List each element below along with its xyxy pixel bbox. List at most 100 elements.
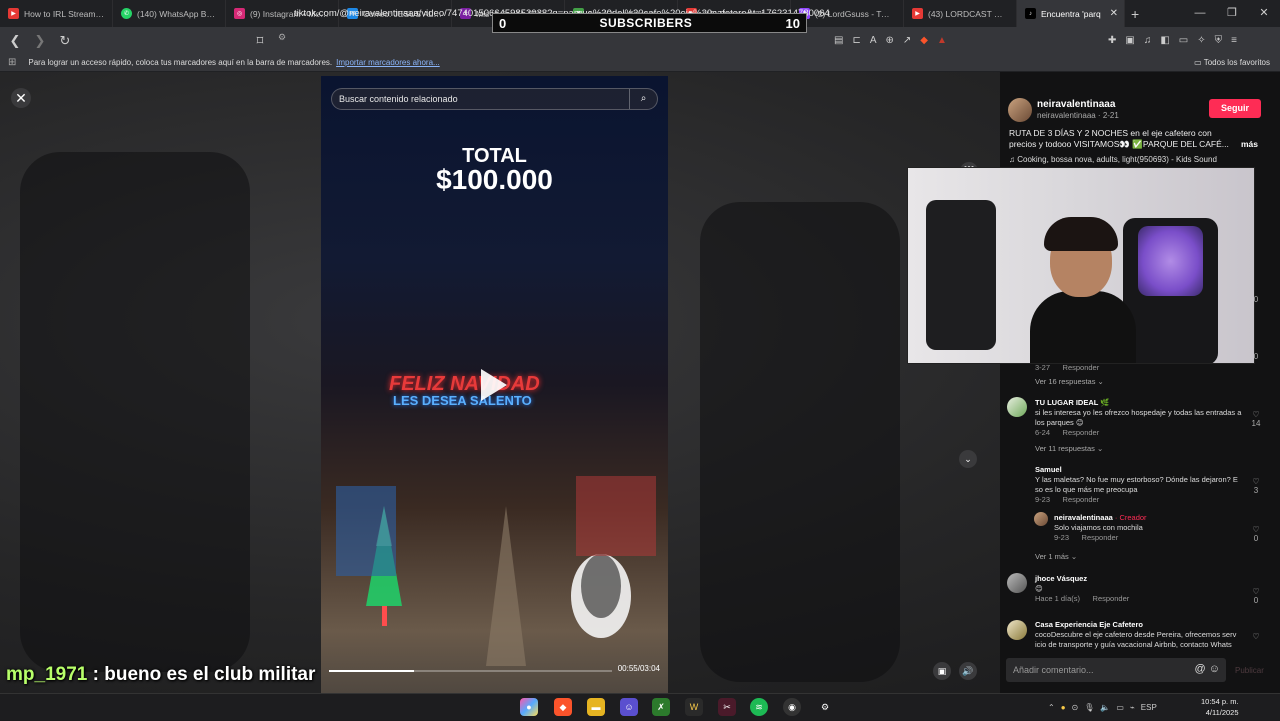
author-username[interactable]: neiravalentinaaa <box>1037 99 1115 110</box>
chevron-up-icon[interactable]: ⌃ <box>1048 703 1055 712</box>
copilot-icon[interactable]: ● <box>520 698 538 716</box>
next-video-button[interactable]: ⌄ <box>959 450 977 468</box>
mic-icon[interactable]: 🎙 <box>1084 703 1094 712</box>
cast-icon[interactable]: ⊏ <box>852 35 860 46</box>
warcraft-icon[interactable]: W <box>685 698 703 716</box>
language-indicator[interactable]: ESP <box>1141 703 1157 712</box>
like-button[interactable]: ♡ 3 <box>1251 477 1261 495</box>
browser-tab[interactable]: ✆ (140) WhatsApp Busin <box>113 0 226 27</box>
excel-icon[interactable]: ✗ <box>652 698 670 716</box>
extensions-icon[interactable]: ✚ <box>1108 35 1116 46</box>
progress-fill <box>329 670 414 672</box>
view-replies-button[interactable]: Ver 11 respuestas ⌄ <box>1035 444 1103 453</box>
folder-icon[interactable]: ▬ <box>587 698 605 716</box>
author-subline: neiravalentinaaa · 2-21 <box>1037 111 1119 120</box>
reply-button[interactable]: Responder <box>1093 594 1130 603</box>
tab-label: (140) WhatsApp Busin <box>137 8 217 19</box>
obs-icon[interactable]: ◉ <box>783 698 801 716</box>
back-icon[interactable]: ❮ <box>5 33 25 49</box>
avatar[interactable] <box>1007 397 1027 417</box>
like-button[interactable]: ♡ 0 <box>1251 587 1261 605</box>
translate-icon[interactable]: A <box>870 35 877 46</box>
brave-shield-icon[interactable]: ◆ <box>920 35 928 46</box>
comment-input[interactable]: Añadir comentario... @ ☺ <box>1006 658 1226 682</box>
avatar[interactable] <box>1008 98 1032 122</box>
play-icon[interactable] <box>481 369 507 401</box>
mention-emoji-icons[interactable]: @ ☺ <box>1195 663 1220 675</box>
reply-button[interactable]: Responder <box>1063 495 1100 504</box>
close-window-button[interactable]: ✕ <box>1248 0 1280 27</box>
youtube-icon: ▶ <box>8 8 19 19</box>
publish-button[interactable]: Publicar <box>1235 666 1264 675</box>
speaker-icon[interactable]: 🔈 <box>1100 703 1110 712</box>
reply-button[interactable]: Responder <box>1063 363 1100 372</box>
reload-icon[interactable]: ↻ <box>55 33 75 49</box>
music-label[interactable]: ♫ Cooking, bossa nova, adults, light(950… <box>1009 155 1217 164</box>
avatar[interactable] <box>1034 512 1048 526</box>
brave-rewards-icon[interactable]: ▲ <box>937 35 947 46</box>
screenshot-icon[interactable]: ▣ <box>1125 35 1134 46</box>
close-video-button[interactable]: ✕ <box>11 88 31 108</box>
apps-icon[interactable]: ⊞ <box>8 57 16 68</box>
browser-tab[interactable]: ▶ (43) LORDCAST EP 01 <box>904 0 1017 27</box>
sidebar-icon[interactable]: ◧ <box>1160 35 1169 46</box>
follow-button[interactable]: Seguir <box>1209 99 1261 118</box>
menu-icon[interactable]: ≡ <box>1231 35 1237 46</box>
all-bookmarks-button[interactable]: ▭ Todos los favoritos <box>1194 58 1270 67</box>
tray-app-icon[interactable]: ● <box>1061 703 1066 712</box>
video-progress-bar[interactable] <box>329 670 612 672</box>
zoom-icon[interactable]: ⊕ <box>886 35 894 46</box>
reply-button[interactable]: Responder <box>1082 533 1119 542</box>
video-player[interactable]: Buscar contenido relacionado ⌕ TOTAL $10… <box>321 76 668 693</box>
avatar[interactable] <box>1007 573 1027 593</box>
media-icon[interactable]: ♫ <box>1144 35 1152 46</box>
like-button[interactable]: ♡ 0 <box>1251 525 1261 543</box>
chair-shape <box>926 200 996 350</box>
close-tab-icon[interactable]: ✕ <box>1110 8 1118 19</box>
taskbar: ● ◆ ▬ ☺ ✗ W ✂ ≋ ◉ ⚙ ⌃ ● ⊙ 🎙 🔈 ▭ ⌁ ESP 10… <box>0 693 1280 720</box>
browser-tab[interactable]: ▶ How to IRL Stream - Ea <box>0 0 113 27</box>
like-count: 0 <box>1253 352 1259 361</box>
comment-text: si les interesa yo les ofrezco hospedaje… <box>1035 408 1242 427</box>
window-controls: — ❐ ✕ <box>1184 0 1280 27</box>
clock[interactable]: 10:54 p. m. 4/11/2025 <box>1201 696 1239 718</box>
related-search-input[interactable]: Buscar contenido relacionado ⌕ <box>331 88 658 110</box>
reader-icon[interactable]: ▤ <box>834 35 843 46</box>
leo-icon[interactable]: ✧ <box>1197 35 1205 46</box>
pip-button[interactable]: ▣ <box>933 662 951 680</box>
volume-icon[interactable]: 🔊 <box>959 662 977 680</box>
view-more-button[interactable]: Ver 1 más ⌄ <box>1035 552 1077 561</box>
comment-placeholder: Añadir comentario... <box>1013 665 1094 675</box>
more-link[interactable]: más <box>1241 139 1258 149</box>
share-icon[interactable]: ↗ <box>903 35 911 46</box>
view-replies-button[interactable]: Ver 16 respuestas ⌄ <box>1035 377 1104 386</box>
like-button[interactable]: ♡ <box>1251 632 1261 641</box>
subscriber-counter: 0 SUBSCRIBERS 10 <box>492 13 807 33</box>
comment-reply: neiravalentinaaa · Creador Solo viajamos… <box>1054 513 1234 543</box>
minimize-button[interactable]: — <box>1184 0 1216 27</box>
capcut-icon[interactable]: ✂ <box>718 698 736 716</box>
comment-text: Solo viajamos con mochila <box>1054 523 1143 532</box>
wallet-icon[interactable]: ▭ <box>1179 35 1188 46</box>
discord-icon[interactable]: ☺ <box>620 698 638 716</box>
display-icon[interactable]: ▭ <box>1116 703 1124 712</box>
forward-icon[interactable]: ❯ <box>30 33 50 49</box>
import-bookmarks-link[interactable]: Importar marcadores ahora... <box>336 58 440 67</box>
comment: Casa Experiencia Eje Cafetero cocoDescub… <box>1035 620 1243 651</box>
tray-app-icon[interactable]: ⊙ <box>1072 703 1079 712</box>
browser-tab-active[interactable]: ♪ Encuentra 'parq ✕ <box>1017 0 1125 27</box>
settings-icon[interactable]: ⚙ <box>816 698 834 716</box>
restore-button[interactable]: ❐ <box>1216 0 1248 27</box>
avatar[interactable] <box>1007 620 1027 640</box>
search-icon[interactable]: ⌕ <box>629 89 657 109</box>
usb-icon[interactable]: ⌁ <box>1130 703 1135 712</box>
comment: TU LUGAR IDEAL 🌿 si les interesa yo les … <box>1035 398 1242 437</box>
brave-icon[interactable]: ◆ <box>554 698 572 716</box>
like-button[interactable]: ♡ 14 <box>1251 410 1261 428</box>
vpn-icon[interactable]: ⛨ <box>1215 35 1223 46</box>
spotify-icon[interactable]: ≋ <box>750 698 768 716</box>
new-tab-button[interactable]: + <box>1131 6 1139 22</box>
reply-button[interactable]: Responder <box>1063 428 1100 437</box>
site-info-icon[interactable]: ⚙ <box>278 32 286 43</box>
bookmark-icon[interactable]: ⌑ <box>250 33 270 49</box>
